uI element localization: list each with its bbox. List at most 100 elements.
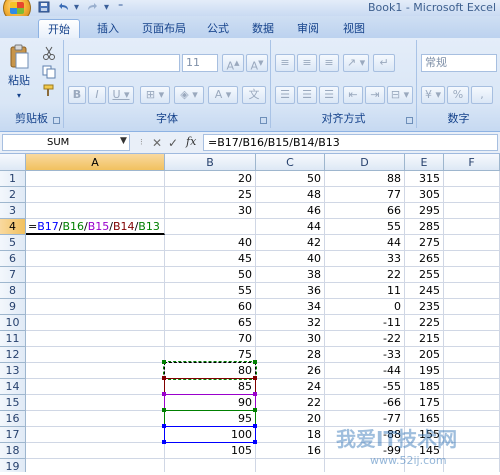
wrap-text-button[interactable]: ↵	[373, 54, 395, 72]
font-dialog-launcher[interactable]	[260, 117, 267, 124]
cell-c2[interactable]: 48	[256, 187, 325, 203]
redo-dropdown-icon[interactable]: ▾	[104, 1, 109, 14]
cell-f12[interactable]	[444, 347, 500, 363]
cell-a6[interactable]	[26, 251, 165, 267]
cell-a5[interactable]	[26, 235, 165, 251]
cell-c5[interactable]: 42	[256, 235, 325, 251]
cell-e5[interactable]: 275	[405, 235, 444, 251]
cut-icon[interactable]	[42, 46, 56, 60]
cell-c7[interactable]: 38	[256, 267, 325, 283]
cell-b1[interactable]: 20	[165, 171, 256, 187]
cell-b11[interactable]: 70	[165, 331, 256, 347]
column-header-c[interactable]: C	[256, 154, 325, 171]
cell-e1[interactable]: 315	[405, 171, 444, 187]
align-left-button[interactable]: ☰	[275, 86, 295, 104]
cell-b12[interactable]: 75	[165, 347, 256, 363]
cancel-icon[interactable]: ✕	[152, 135, 162, 151]
row-header-1[interactable]: 1	[0, 171, 26, 187]
cell-d14[interactable]: -55	[325, 379, 405, 395]
cell-f1[interactable]	[444, 171, 500, 187]
cell-e15[interactable]: 175	[405, 395, 444, 411]
cell-e12[interactable]: 205	[405, 347, 444, 363]
cell-d12[interactable]: -33	[325, 347, 405, 363]
cell-a11[interactable]	[26, 331, 165, 347]
cell-c13[interactable]: 26	[256, 363, 325, 379]
undo-dropdown-icon[interactable]: ▾	[74, 1, 79, 14]
row-header-17[interactable]: 17	[0, 427, 26, 443]
cell-e4[interactable]: 285	[405, 219, 444, 235]
clipboard-dialog-launcher[interactable]	[53, 117, 60, 124]
cell-d9[interactable]: 0	[325, 299, 405, 315]
redo-icon[interactable]	[86, 1, 100, 14]
cell-c14[interactable]: 24	[256, 379, 325, 395]
font-color-button[interactable]: A ▾	[208, 86, 238, 104]
italic-button[interactable]: I	[88, 86, 106, 104]
accounting-format-button[interactable]: ¥ ▾	[421, 86, 445, 104]
cell-d11[interactable]: -22	[325, 331, 405, 347]
cell-f17[interactable]	[444, 427, 500, 443]
reference-handle[interactable]	[253, 424, 257, 428]
font-name-combo[interactable]	[68, 54, 180, 72]
row-header-12[interactable]: 12	[0, 347, 26, 363]
cell-d5[interactable]: 44	[325, 235, 405, 251]
cell-d15[interactable]: -66	[325, 395, 405, 411]
cell-e3[interactable]: 295	[405, 203, 444, 219]
grow-font-button[interactable]: A▲	[222, 54, 244, 73]
cell-f13[interactable]	[444, 363, 500, 379]
cell-c6[interactable]: 40	[256, 251, 325, 267]
font-size-combo[interactable]: 11	[182, 54, 218, 72]
percent-style-button[interactable]: %	[447, 86, 469, 104]
cell-a14[interactable]	[26, 379, 165, 395]
tab-formulas[interactable]: 公式	[200, 19, 236, 38]
row-header-15[interactable]: 15	[0, 395, 26, 411]
reference-handle[interactable]	[253, 376, 257, 380]
paste-button[interactable]: 粘贴 ▾	[4, 44, 34, 100]
row-header-8[interactable]: 8	[0, 283, 26, 299]
comma-style-button[interactable]: ,	[471, 86, 493, 104]
cell-a15[interactable]	[26, 395, 165, 411]
reference-handle[interactable]	[253, 360, 257, 364]
tab-data[interactable]: 数据	[245, 19, 281, 38]
column-header-e[interactable]: E	[405, 154, 444, 171]
cell-a10[interactable]	[26, 315, 165, 331]
undo-icon[interactable]	[56, 1, 70, 14]
cell-c19[interactable]	[256, 459, 325, 472]
tab-page-layout[interactable]: 页面布局	[136, 19, 192, 38]
cell-d18[interactable]: -99	[325, 443, 405, 459]
cell-b16[interactable]: 95	[165, 411, 256, 427]
cell-c4[interactable]: 44	[256, 219, 325, 235]
cell-a2[interactable]	[26, 187, 165, 203]
cell-f7[interactable]	[444, 267, 500, 283]
row-header-5[interactable]: 5	[0, 235, 26, 251]
cell-b9[interactable]: 60	[165, 299, 256, 315]
row-header-19[interactable]: 19	[0, 459, 26, 472]
tab-insert[interactable]: 插入	[88, 19, 128, 38]
cell-b8[interactable]: 55	[165, 283, 256, 299]
cell-c9[interactable]: 34	[256, 299, 325, 315]
cell-a7[interactable]	[26, 267, 165, 283]
cell-c18[interactable]: 16	[256, 443, 325, 459]
cell-d8[interactable]: 11	[325, 283, 405, 299]
cell-f16[interactable]	[444, 411, 500, 427]
cell-e17[interactable]: 155	[405, 427, 444, 443]
cell-f2[interactable]	[444, 187, 500, 203]
alignment-dialog-launcher[interactable]	[406, 117, 413, 124]
cell-a3[interactable]	[26, 203, 165, 219]
cell-a19[interactable]	[26, 459, 165, 472]
row-header-18[interactable]: 18	[0, 443, 26, 459]
cell-b13[interactable]: 80	[165, 363, 256, 379]
phonetic-button[interactable]: 文	[242, 86, 266, 104]
align-top-button[interactable]: ≡	[275, 54, 295, 72]
formula-input[interactable]: =B17/B16/B15/B14/B13	[203, 134, 498, 151]
cell-e19[interactable]	[405, 459, 444, 472]
column-header-b[interactable]: B	[165, 154, 256, 171]
cell-d19[interactable]	[325, 459, 405, 472]
cell-e9[interactable]: 235	[405, 299, 444, 315]
editing-cell-a4[interactable]: =B17/B16/B15/B14/B13	[26, 219, 165, 235]
cell-e8[interactable]: 245	[405, 283, 444, 299]
reference-handle[interactable]	[253, 392, 257, 396]
row-header-11[interactable]: 11	[0, 331, 26, 347]
row-header-10[interactable]: 10	[0, 315, 26, 331]
reference-handle[interactable]	[253, 440, 257, 444]
align-bottom-button[interactable]: ≡	[319, 54, 339, 72]
